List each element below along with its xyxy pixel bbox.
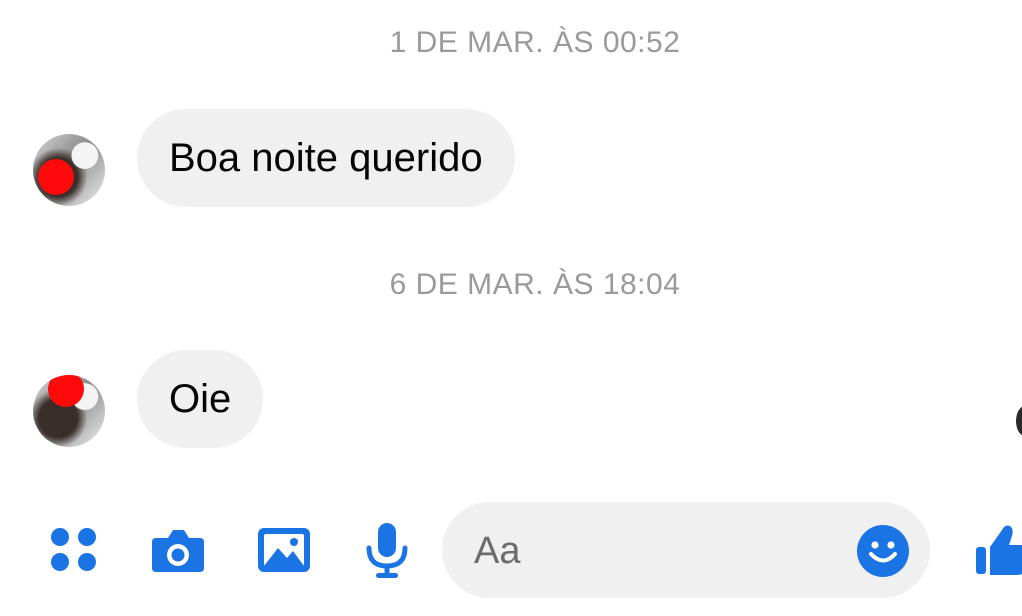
message-input[interactable] <box>472 516 856 586</box>
message-bubble[interactable]: Oie <box>137 350 264 448</box>
message-input-container <box>442 502 930 598</box>
redaction-mark <box>38 159 74 195</box>
timestamp-1: 1 DE MAR. ÀS 00:52 <box>389 26 681 59</box>
thumbs-up-icon[interactable] <box>972 520 1022 580</box>
emoji-icon[interactable] <box>856 524 910 578</box>
timestamp-2: 6 DE MAR. ÀS 18:04 <box>389 268 681 301</box>
camera-icon[interactable] <box>148 520 208 580</box>
message-composer <box>0 500 1022 600</box>
avatar[interactable] <box>33 375 105 447</box>
microphone-icon[interactable] <box>357 520 417 580</box>
avatar[interactable] <box>33 134 105 206</box>
scroll-to-bottom-button[interactable] <box>1016 406 1022 436</box>
message-bubble[interactable]: Boa noite querido <box>137 109 515 207</box>
apps-icon[interactable] <box>44 520 104 580</box>
redaction-mark <box>48 375 84 407</box>
image-icon[interactable] <box>254 520 314 580</box>
